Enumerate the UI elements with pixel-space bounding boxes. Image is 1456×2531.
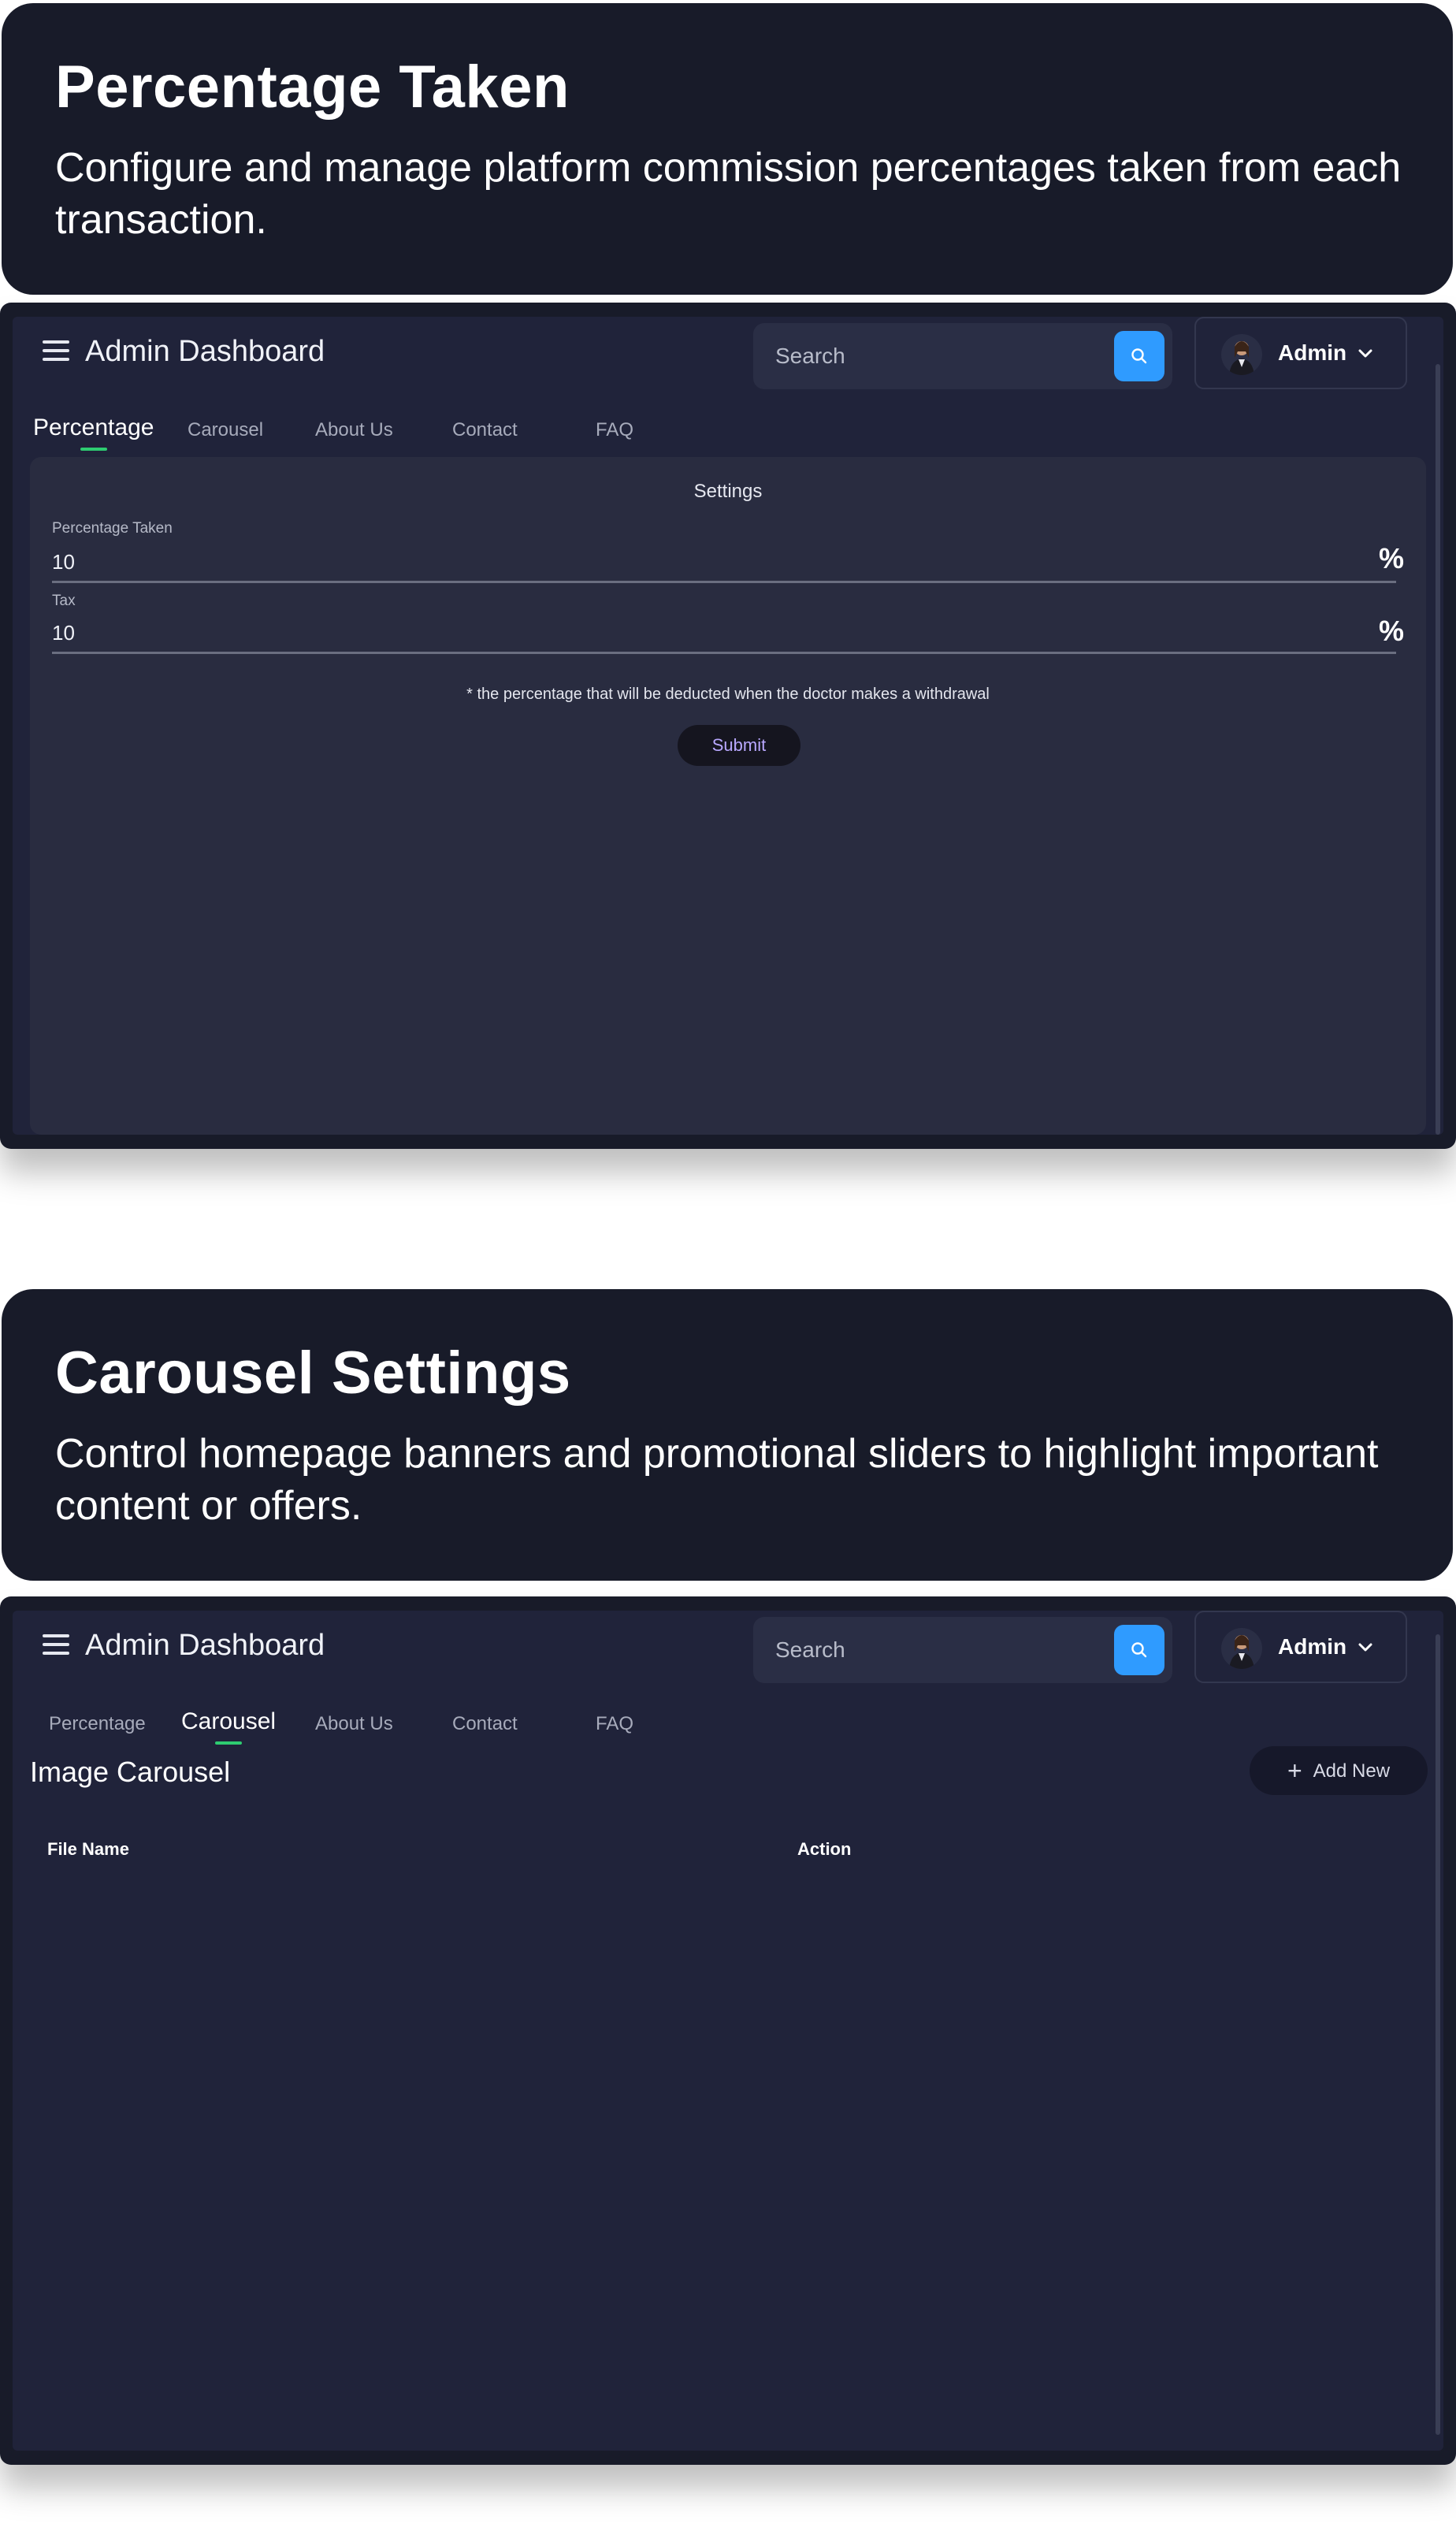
user-menu[interactable]: Admin (1194, 317, 1407, 389)
column-header-file-name: File Name (47, 1839, 129, 1859)
settings-card: Settings Percentage Taken % Tax % * the … (30, 457, 1426, 1135)
search-icon (1131, 348, 1147, 364)
tab-carousel[interactable]: Carousel (181, 1708, 276, 1735)
user-name: Admin (1278, 340, 1347, 365)
tab-faq[interactable]: FAQ (596, 419, 633, 441)
add-new-label: Add New (1313, 1760, 1391, 1782)
settings-tabs: Percentage Carousel About Us Contact FAQ (13, 403, 1443, 451)
card-title: Settings (693, 481, 763, 502)
chevron-down-icon (1358, 1643, 1372, 1652)
menu-icon[interactable] (43, 340, 69, 361)
dashboard-title: Admin Dashboard (85, 335, 325, 368)
search-button[interactable] (1114, 1625, 1164, 1675)
search-icon (1131, 1642, 1147, 1658)
search-input[interactable] (753, 323, 1108, 389)
hero-description: Configure and manage platform commission… (55, 145, 1402, 243)
scrollbar[interactable] (1436, 364, 1440, 1135)
carousel-hero: Carousel Settings Control homepage banne… (2, 1289, 1453, 1581)
percentage-hero: Percentage Taken Configure and manage pl… (2, 3, 1453, 295)
topbar: Admin Dashboard Admin (13, 1611, 1443, 1689)
menu-icon[interactable] (43, 1634, 69, 1655)
tab-about-us[interactable]: About Us (315, 419, 393, 441)
dashboard-title: Admin Dashboard (85, 1629, 325, 1662)
percentage-taken-suffix: % (1378, 542, 1404, 574)
tab-contact[interactable]: Contact (452, 1713, 518, 1735)
percentage-dashboard-screenshot: Admin Dashboard Admin Percentage Carouse… (0, 303, 1456, 1149)
tax-label: Tax (52, 593, 76, 609)
column-header-action: Action (797, 1839, 852, 1859)
tab-carousel[interactable]: Carousel (188, 419, 263, 441)
hero-title: Percentage Taken (55, 54, 570, 121)
tab-percentage[interactable]: Percentage (49, 1713, 146, 1735)
tax-field[interactable] (52, 615, 1396, 654)
percentage-taken-label: Percentage Taken (52, 520, 173, 537)
hero-description: Control homepage banners and promotional… (55, 1431, 1379, 1529)
add-new-button[interactable]: + Add New (1250, 1746, 1428, 1795)
submit-button[interactable]: Submit (678, 725, 800, 766)
user-menu[interactable]: Admin (1194, 1611, 1407, 1683)
image-carousel-heading: Image Carousel (30, 1756, 231, 1788)
hero-title: Carousel Settings (55, 1340, 571, 1407)
dashboard-window: Admin Dashboard Admin Percentage Carouse… (13, 317, 1443, 1135)
tab-about-us[interactable]: About Us (315, 1713, 393, 1735)
chevron-down-icon (1358, 349, 1372, 358)
settings-tabs: Percentage Carousel About Us Contact FAQ (13, 1697, 1443, 1745)
percentage-taken-field[interactable] (52, 544, 1396, 583)
search-bar (753, 323, 1172, 389)
dashboard-window: Admin Dashboard Admin Percentage Carouse… (13, 1611, 1443, 2451)
carousel-dashboard-screenshot: Admin Dashboard Admin Percentage Carouse… (0, 1596, 1456, 2465)
user-name: Admin (1278, 1634, 1347, 1659)
avatar (1221, 334, 1262, 375)
avatar (1221, 1628, 1262, 1669)
search-bar (753, 1617, 1172, 1683)
withdrawal-note: * the percentage that will be deducted w… (466, 686, 990, 703)
scrollbar[interactable] (1436, 1634, 1440, 2435)
search-button[interactable] (1114, 331, 1164, 381)
plus-icon: + (1287, 1756, 1302, 1785)
tab-faq[interactable]: FAQ (596, 1713, 633, 1735)
topbar: Admin Dashboard Admin (13, 317, 1443, 396)
tab-contact[interactable]: Contact (452, 419, 518, 441)
search-input[interactable] (753, 1617, 1108, 1683)
tab-percentage[interactable]: Percentage (33, 414, 154, 441)
tax-suffix: % (1378, 615, 1404, 647)
